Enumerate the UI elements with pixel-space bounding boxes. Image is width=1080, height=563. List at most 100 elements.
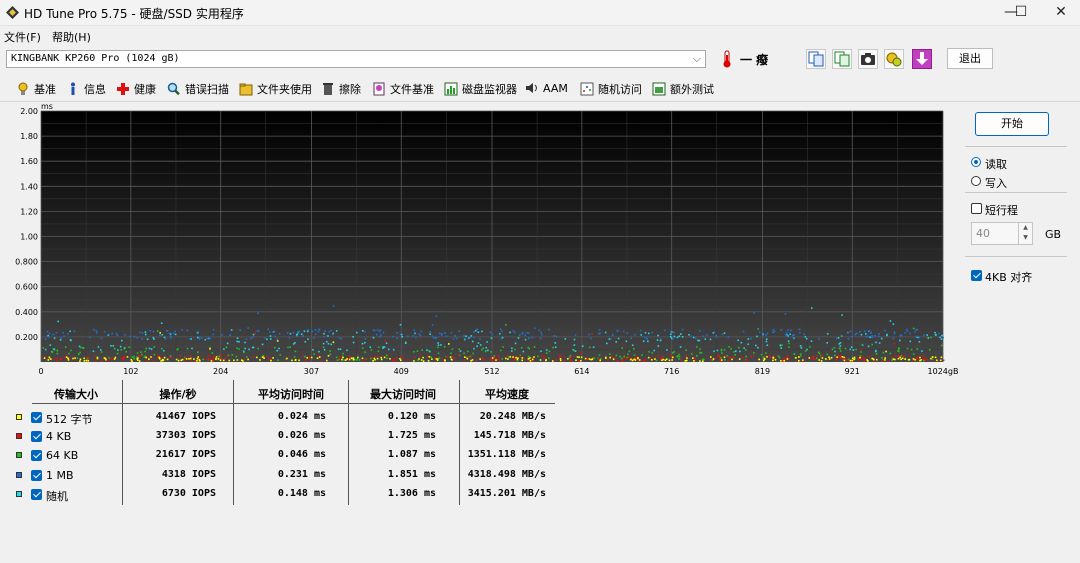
tab-disk-monitor[interactable]: 磁盘监视器 (444, 81, 517, 99)
scatter-point (894, 354, 897, 357)
scatter-point (567, 358, 569, 360)
scatter-point (552, 360, 554, 362)
scatter-point (441, 333, 443, 335)
scatter-point (839, 345, 842, 347)
short-stroke-checkbox[interactable] (971, 203, 982, 214)
scatter-point (450, 332, 453, 334)
tab-info[interactable]: 信息 (66, 81, 106, 99)
tab-benchmark[interactable]: 基准 (16, 81, 56, 99)
scatter-point (669, 354, 671, 357)
series-checkbox[interactable] (31, 450, 42, 461)
scatter-point (435, 315, 438, 317)
scatter-point (396, 332, 398, 334)
scatter-point (431, 358, 433, 360)
scatter-point (814, 358, 816, 360)
scatter-point (482, 347, 484, 350)
menu-file[interactable]: 文件(F) (4, 29, 41, 45)
series-checkbox[interactable] (31, 412, 42, 423)
scatter-point (471, 340, 474, 343)
scatter-point (229, 333, 231, 336)
scatter-point (916, 348, 919, 350)
spinner-arrows-icon[interactable]: ▲ ▼ (1018, 223, 1032, 244)
tab-aam[interactable]: AAM (525, 81, 568, 99)
scatter-point (138, 354, 140, 357)
scatter-point (678, 353, 680, 356)
scatter-point (421, 349, 423, 351)
write-radio[interactable] (971, 176, 981, 186)
scatter-point (821, 357, 824, 359)
series-checkbox[interactable] (31, 470, 42, 481)
tab-erase[interactable]: 擦除 (321, 81, 361, 99)
scatter-point (149, 330, 151, 332)
exit-button[interactable]: 退出 (947, 48, 993, 69)
scatter-point (781, 360, 784, 362)
tab-label: 额外测试 (670, 83, 714, 96)
scatter-point (489, 359, 491, 361)
align-4kb-checkbox[interactable] (971, 270, 982, 281)
scatter-point (673, 331, 675, 334)
scatter-point (656, 339, 659, 341)
scatter-point (586, 358, 589, 360)
scatter-point (672, 352, 674, 354)
read-radio[interactable] (971, 157, 981, 167)
scatter-point (362, 360, 365, 362)
scatter-point (413, 350, 415, 353)
options-button[interactable] (884, 49, 904, 69)
start-button[interactable]: 开始 (975, 112, 1049, 136)
series-checkbox[interactable] (31, 489, 42, 500)
tab-health[interactable]: 健康 (116, 81, 156, 99)
scatter-point (72, 357, 74, 360)
scatter-point (600, 358, 602, 360)
save-button[interactable] (912, 49, 932, 69)
scatter-point (942, 336, 944, 339)
scatter-point (750, 355, 752, 358)
scatter-point (718, 355, 720, 357)
scatter-point (145, 356, 147, 359)
scatter-point (374, 329, 376, 332)
scatter-point (498, 358, 500, 361)
scatter-point (248, 348, 250, 351)
scatter-point (252, 336, 254, 338)
tab-random-access[interactable]: 随机访问 (580, 81, 642, 99)
scatter-point (399, 324, 402, 326)
scatter-point (529, 359, 532, 362)
scatter-point (869, 336, 871, 338)
tab-error-scan[interactable]: 错误扫描 (167, 81, 229, 99)
scatter-point (792, 336, 794, 339)
copy-button[interactable] (806, 49, 826, 69)
scatter-point (745, 355, 747, 358)
tab-extra-tests[interactable]: 额外测试 (652, 81, 714, 99)
scatter-point (548, 357, 550, 359)
scatter-point (868, 330, 871, 332)
scatter-point (554, 346, 557, 348)
scatter-point (733, 356, 735, 358)
close-button[interactable]: ✕ (1038, 0, 1080, 26)
scatter-point (101, 360, 103, 362)
short-stroke-unit: GB (1045, 228, 1062, 241)
scatter-point (765, 340, 768, 343)
scatter-point (591, 333, 593, 335)
short-stroke-input[interactable]: 40 ▲ ▼ (971, 222, 1033, 245)
screenshot-button[interactable] (858, 49, 878, 69)
scatter-point (860, 348, 862, 351)
menu-help[interactable]: 帮助(H) (52, 29, 91, 45)
series-checkbox[interactable] (31, 431, 42, 442)
tab-folder-usage[interactable]: 文件夹使用 (239, 81, 312, 99)
scatter-point (314, 329, 317, 331)
scatter-point (94, 360, 97, 362)
cell-ops: 41467 IOPS (155, 411, 216, 422)
scatter-point (422, 360, 425, 362)
scatter-point (939, 336, 941, 339)
scatter-point (765, 334, 767, 336)
scatter-point (672, 338, 674, 340)
copy-all-button[interactable] (832, 49, 852, 69)
scatter-point (316, 357, 319, 359)
scatter-point (85, 359, 88, 362)
scatter-point (269, 338, 272, 340)
scatter-point (926, 358, 929, 361)
drive-select[interactable]: KINGBANK KP260 Pro (1024 gB) ⌵ (6, 50, 706, 68)
app-icon (6, 6, 19, 19)
scatter-point (642, 340, 645, 342)
scatter-point (514, 342, 517, 345)
tab-file-benchmark[interactable]: 文件基准 (372, 81, 434, 99)
